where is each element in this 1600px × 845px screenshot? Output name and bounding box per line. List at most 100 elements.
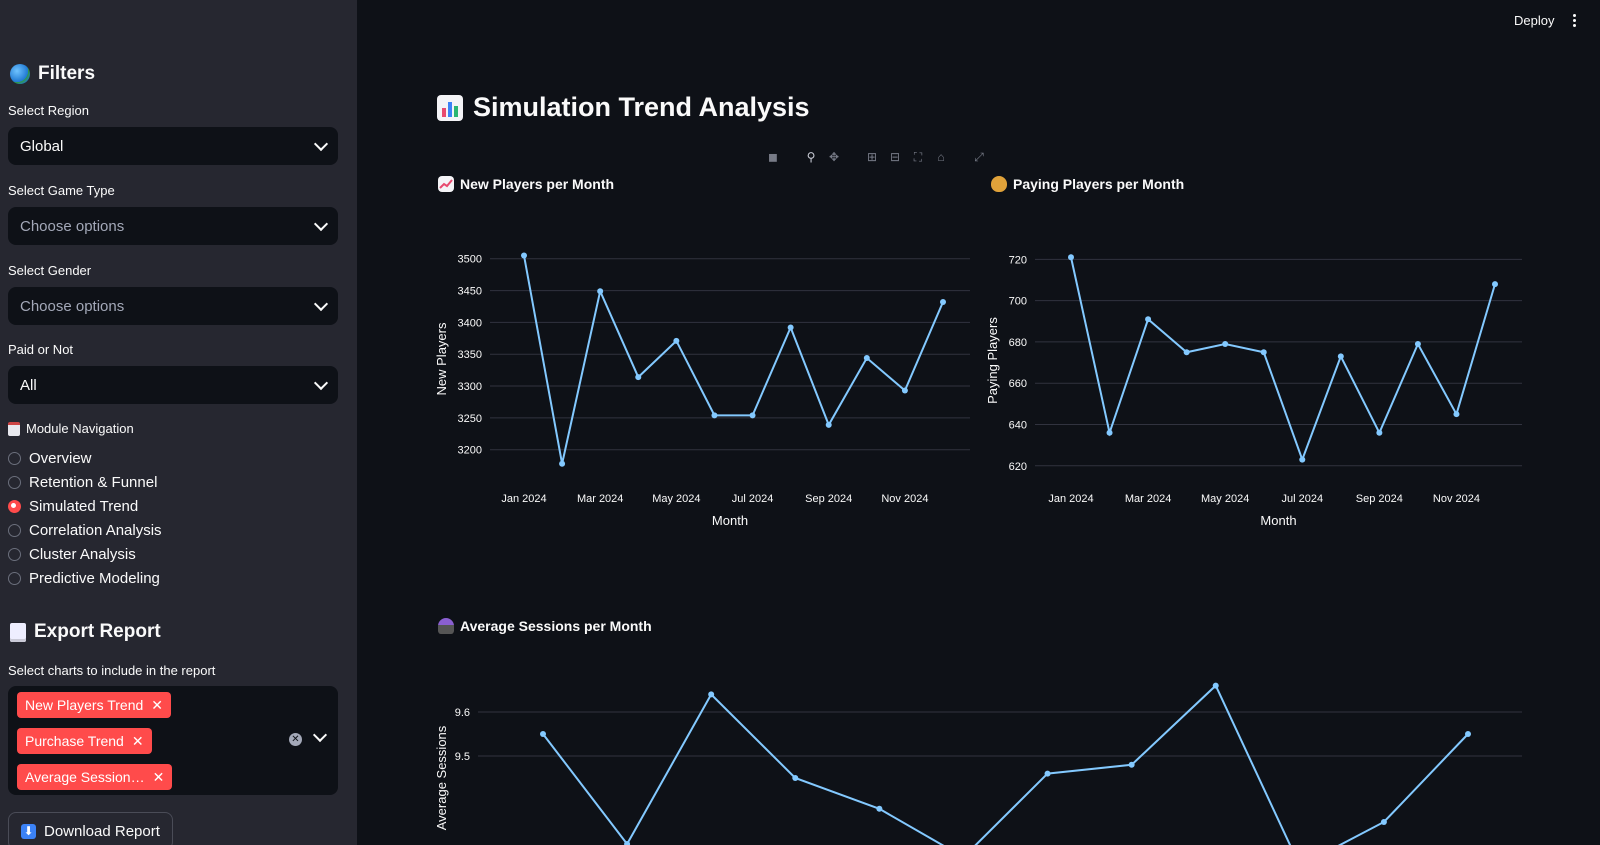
x-tick-label: Jul 2024	[732, 493, 774, 505]
fullscreen-icon[interactable]: ⤢	[972, 151, 986, 163]
export-tag[interactable]: Average Session… ✕	[17, 764, 173, 790]
close-icon[interactable]: ✕	[151, 697, 163, 714]
y-tick-label: 3500	[458, 254, 482, 266]
data-point	[635, 374, 642, 381]
export-tag[interactable]: Purchase Trend ✕	[17, 728, 152, 754]
data-point	[825, 421, 832, 428]
x-tick-label: May 2024	[652, 493, 700, 505]
money-bag-icon	[991, 176, 1007, 192]
camera-icon[interactable]: ◼	[766, 151, 780, 163]
x-axis-title: Month	[1260, 513, 1296, 528]
document-icon	[10, 622, 26, 642]
paid-value: All	[20, 376, 37, 394]
data-point	[1337, 353, 1344, 360]
average-sessions-chart[interactable]: 9.5 9.6 Average Sessions	[430, 660, 1540, 845]
close-icon[interactable]: ✕	[153, 769, 165, 786]
data-point	[1212, 682, 1219, 689]
x-tick-label: Jul 2024	[1281, 493, 1323, 505]
nav-item-simulated-trend[interactable]: Simulated Trend	[8, 498, 138, 515]
clear-all-icon[interactable]: ✕	[289, 733, 302, 746]
data-point	[1380, 819, 1387, 825]
y-tick-label: 3450	[458, 286, 482, 298]
autoscale-icon[interactable]: ⛶	[911, 151, 925, 163]
globe-icon	[10, 64, 30, 84]
data-point	[1492, 281, 1498, 288]
nav-item-cluster-analysis[interactable]: Cluster Analysis	[8, 546, 136, 563]
zoom-out-icon[interactable]: ⊟	[888, 151, 902, 163]
y-axis-title: Average Sessions	[434, 725, 449, 830]
data-point	[708, 691, 715, 698]
y-tick-label: 9.6	[455, 707, 470, 719]
page-title: Simulation Trend Analysis	[437, 92, 810, 123]
chevron-down-icon	[313, 216, 329, 232]
paid-select[interactable]: All	[8, 366, 338, 404]
gender-placeholder: Choose options	[20, 297, 125, 315]
data-point	[597, 288, 604, 295]
export-multiselect[interactable]: New Players Trend ✕ Purchase Trend ✕ Avera…	[8, 686, 338, 795]
pan-icon[interactable]: ✥	[827, 151, 841, 163]
nav-heading: Module Navigation	[8, 421, 134, 436]
series-line	[542, 683, 1469, 845]
data-point	[1453, 411, 1460, 418]
data-point	[876, 805, 883, 812]
home-icon[interactable]: ⌂	[934, 151, 948, 163]
data-point	[1128, 761, 1135, 768]
data-point	[521, 252, 527, 259]
nav-item-retention-funnel[interactable]: Retention & Funnel	[8, 474, 157, 491]
game-type-label: Select Game Type	[8, 183, 115, 198]
paid-label: Paid or Not	[8, 342, 74, 357]
more-menu-icon[interactable]	[1573, 14, 1577, 29]
nav-item-overview[interactable]: Overview	[8, 450, 92, 467]
x-tick-label: May 2024	[1201, 493, 1249, 505]
data-point	[901, 387, 908, 394]
chevron-down-icon	[313, 136, 329, 152]
chevron-down-icon	[313, 296, 329, 312]
region-select[interactable]: Global	[8, 127, 338, 165]
export-tag[interactable]: New Players Trend ✕	[17, 692, 172, 718]
zoom-icon[interactable]: ⚲	[804, 151, 818, 163]
chart-title-average-sessions: Average Sessions per Month	[438, 618, 652, 634]
data-point	[1044, 770, 1051, 777]
chevron-down-icon[interactable]	[312, 727, 328, 743]
paying-players-chart[interactable]: 620 640 660 680 700 720 Jan 2024 Mar 2024 May 20…	[985, 220, 1530, 550]
gender-label: Select Gender	[8, 263, 92, 278]
zoom-in-icon[interactable]: ⊞	[865, 151, 879, 163]
download-report-button[interactable]: ⬇ Download Report	[8, 812, 173, 845]
y-axis-title: New Players	[434, 322, 449, 395]
data-point	[792, 775, 799, 781]
y-tick-label: 680	[1009, 337, 1027, 349]
chart-toolbar: ◼ ⚲ ✥ ⊞ ⊟ ⛶ ⌂ ⤢	[766, 151, 986, 163]
series-line	[523, 255, 944, 464]
data-point	[1465, 731, 1471, 737]
close-icon[interactable]: ✕	[132, 733, 144, 750]
y-tick-label: 3300	[458, 381, 482, 393]
data-point	[673, 337, 680, 344]
radio-icon	[8, 476, 21, 489]
chart-title-new-players: New Players per Month	[438, 176, 614, 192]
joystick-icon	[438, 618, 454, 634]
x-axis-title: Month	[712, 513, 748, 528]
new-players-chart[interactable]: 3200 3250 3300 3350 3400 3450 3500 Jan 2024 Mar …	[430, 220, 980, 550]
nav-item-predictive-modeling[interactable]: Predictive Modeling	[8, 570, 160, 587]
data-point	[749, 412, 756, 419]
game-type-placeholder: Choose options	[20, 217, 125, 235]
filters-heading: Filters	[10, 63, 95, 85]
y-tick-label: 3350	[458, 349, 482, 361]
x-tick-label: Mar 2024	[1125, 493, 1171, 505]
game-type-select[interactable]: Choose options	[8, 207, 338, 245]
chevron-down-icon	[313, 375, 329, 391]
y-tick-label: 3200	[458, 445, 482, 457]
export-label: Select charts to include in the report	[8, 663, 216, 678]
bar-chart-icon	[437, 94, 463, 121]
data-point	[559, 460, 566, 467]
x-tick-label: Nov 2024	[881, 493, 928, 505]
radio-icon	[8, 524, 21, 537]
y-tick-label: 660	[1009, 378, 1027, 390]
x-tick-label: Jan 2024	[1048, 493, 1093, 505]
nav-item-correlation-analysis[interactable]: Correlation Analysis	[8, 522, 162, 539]
gender-select[interactable]: Choose options	[8, 287, 338, 325]
radio-icon	[8, 548, 21, 561]
deploy-button[interactable]: Deploy	[1514, 13, 1554, 28]
sidebar: Filters Select Region Global Select Game…	[0, 0, 357, 845]
radio-icon	[8, 452, 21, 465]
